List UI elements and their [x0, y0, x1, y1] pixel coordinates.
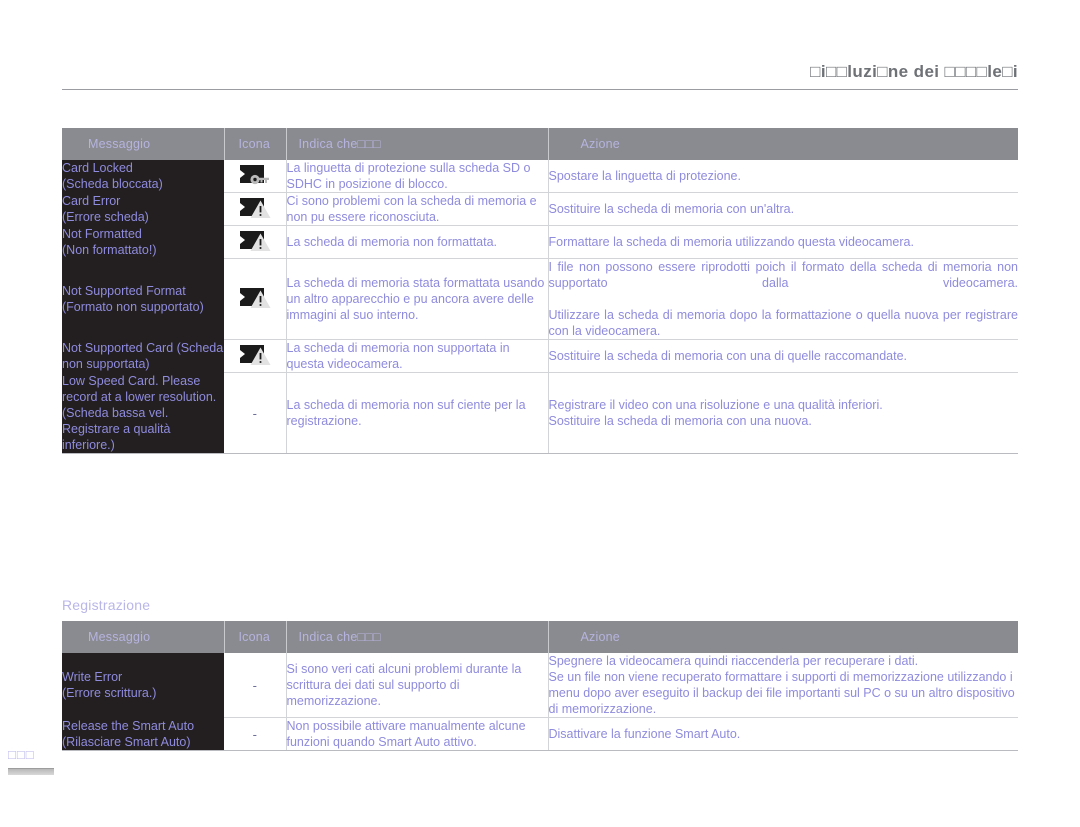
dash-placeholder: - [252, 726, 257, 742]
message-cell: Release the Smart Auto (Rilasciare Smart… [62, 717, 224, 751]
column-header-action: Azione [548, 128, 1018, 160]
means-cell: La scheda di memoria non suf ciente per … [286, 372, 549, 454]
column-header-message: Messaggio [62, 128, 225, 160]
means-cell: La linguetta di protezione sulla scheda … [286, 160, 549, 193]
message-cell: Not Supported Format (Formato non support… [62, 258, 224, 340]
message-cell: Card Error (Errore scheda) [62, 192, 224, 226]
action-line: Utilizzare la scheda di memoria dopo la … [548, 308, 1019, 338]
page-number: □□□ [8, 747, 35, 762]
action-cell: Disattivare la funzione Smart Auto. [548, 717, 1018, 751]
means-cell: La scheda di memoria stata formattata us… [286, 258, 549, 340]
column-header-icon: Icona [224, 621, 287, 653]
table-row: Not Formatted (Non formattato!) La scheda … [62, 225, 1018, 259]
table-row: Card Locked (Scheda bloccata) La linguetta… [62, 160, 1018, 193]
action-cell: Spegnere la videocamera quindi riaccende… [548, 653, 1018, 718]
icon-cell [224, 225, 287, 259]
icon-cell: - [224, 372, 287, 454]
section-title-recording: Registrazione [62, 597, 151, 613]
column-header-means: Indica che□□□ [286, 621, 549, 653]
card-warning-icon [239, 198, 271, 218]
dash-placeholder: - [252, 677, 257, 693]
means-cell: Non possibile attivare manualmente alcun… [286, 717, 549, 751]
action-cell: Sostituire la scheda di memoria con una … [548, 339, 1018, 373]
message-cell: Write Error (Errore scrittura.) [62, 653, 224, 718]
column-header-icon: Icona [224, 128, 287, 160]
card-locked-icon [239, 165, 269, 185]
message-cell: Card Locked (Scheda bloccata) [62, 160, 224, 193]
action-cell: I file non possono essere riprodotti poi… [548, 258, 1019, 340]
table-header-row: Messaggio Icona Indica che□□□ Azione [62, 621, 1018, 653]
table-row: Card Error (Errore scheda) Ci sono problem… [62, 192, 1018, 226]
message-cell: Low Speed Card. Please record at a lower… [62, 372, 224, 454]
action-cell: Sostituire la scheda di memoria con un'a… [548, 192, 1018, 226]
action-cell: Spostare la linguetta di protezione. [548, 160, 1018, 193]
storage-table-body: Messaggio Icona Indica che□□□ Azione Card Lo… [62, 128, 1018, 454]
table-header-row: Messaggio Icona Indica che□□□ Azione [62, 128, 1018, 160]
action-line: I file non possono essere riprodotti poi… [548, 260, 1019, 290]
dash-placeholder: - [252, 405, 257, 421]
icon-cell: - [224, 653, 287, 718]
column-header-action: Azione [548, 621, 1018, 653]
page-number-block: □□□ [8, 748, 54, 775]
table-row: Low Speed Card. Please record at a lower… [62, 372, 1018, 454]
card-warning-icon [239, 288, 271, 308]
means-cell: La scheda di memoria non supportata in q… [286, 339, 549, 373]
recording-messages-table: Messaggio Icona Indica che□□□ Azione Write E… [62, 621, 1018, 751]
card-warning-icon [239, 231, 271, 251]
icon-cell: - [224, 717, 287, 751]
storage-messages-table: Messaggio Icona Indica che□□□ Azione Card Lo… [62, 128, 1018, 454]
action-cell: Formattare la scheda di memoria utilizza… [548, 225, 1018, 259]
table-row: Not Supported Card (Scheda non supportat… [62, 339, 1018, 373]
icon-cell [224, 160, 287, 193]
column-header-means: Indica che□□□ [286, 128, 549, 160]
page-title: □i□□luzi□ne dei □□□□le□i [810, 62, 1018, 81]
action-cell: Registrare il video con una risoluzione … [548, 372, 1018, 454]
card-warning-icon [239, 345, 271, 365]
column-header-message: Messaggio [62, 621, 225, 653]
table-row: Write Error (Errore scrittura.) - Si sono v… [62, 653, 1018, 718]
icon-cell [224, 192, 287, 226]
recording-table-body: Messaggio Icona Indica che□□□ Azione Write E… [62, 621, 1018, 751]
header-rule [62, 89, 1018, 90]
page-number-bar [8, 768, 54, 775]
means-cell: Ci sono problemi con la scheda di memori… [286, 192, 549, 226]
message-cell: Not Formatted (Non formattato!) [62, 225, 224, 259]
means-cell: La scheda di memoria non formattata. [286, 225, 549, 259]
message-cell: Not Supported Card (Scheda non supportat… [62, 339, 224, 373]
page-header: □i□□luzi□ne dei □□□□le□i [62, 62, 1018, 90]
icon-cell [224, 258, 287, 340]
table-row: Not Supported Format (Formato non support… [62, 258, 1019, 340]
means-cell: Si sono veri cati alcuni problemi durant… [286, 653, 549, 718]
icon-cell [224, 339, 287, 373]
table-row: Release the Smart Auto (Rilasciare Smart… [62, 717, 1018, 751]
